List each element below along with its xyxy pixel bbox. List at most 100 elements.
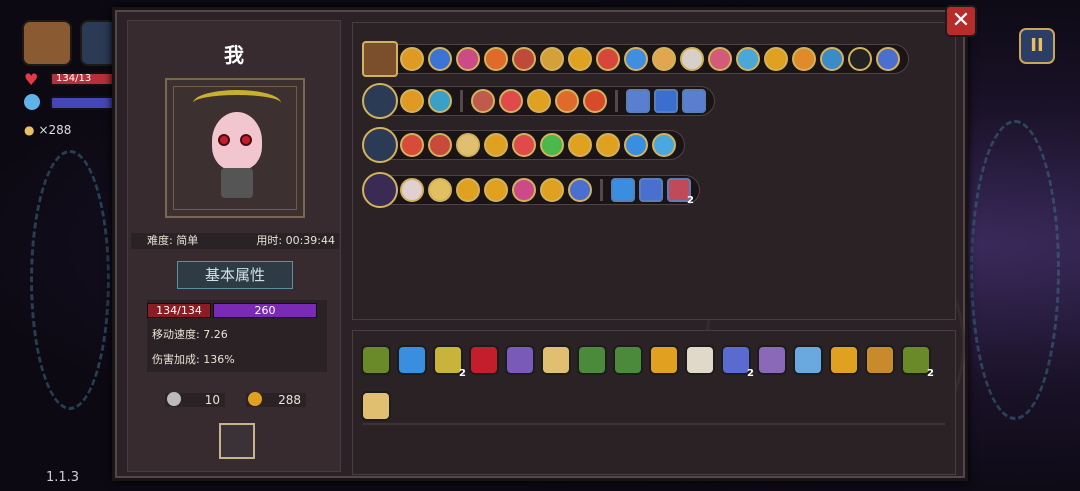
upgrade-icon[interactable] (652, 47, 676, 71)
helmet-icon[interactable] (613, 345, 643, 375)
upgrade-icon[interactable] (639, 178, 663, 202)
key-counter: 10 (165, 392, 225, 407)
upgrade-icon[interactable] (400, 178, 424, 202)
hud-hp-bar: 134/13 (50, 72, 120, 86)
player-name: 我 (224, 43, 244, 67)
upgrade-icon[interactable] (764, 47, 788, 71)
character-body (221, 168, 253, 198)
eye-red-icon[interactable] (469, 345, 499, 375)
upgrade-icon[interactable] (400, 133, 424, 157)
staff-blue-icon[interactable] (362, 127, 398, 163)
snake-icon[interactable]: 2 (901, 345, 934, 379)
upgrade-icon[interactable] (624, 133, 648, 157)
upgrade-icon[interactable] (471, 89, 495, 113)
upgrade-icon[interactable] (624, 47, 648, 71)
upgrade-icon[interactable] (596, 133, 620, 157)
upgrade-icon[interactable] (611, 178, 635, 202)
upgrade-icon[interactable] (876, 47, 900, 71)
item-count: 2 (927, 368, 934, 379)
teeth-icon[interactable] (685, 345, 715, 375)
loadout-row (362, 41, 909, 77)
upgrade-icon[interactable] (428, 133, 452, 157)
upgrade-icon[interactable] (456, 178, 480, 202)
chest-icon[interactable] (362, 41, 398, 77)
upgrade-icon[interactable] (596, 47, 620, 71)
upgrade-icon[interactable] (484, 178, 508, 202)
coin-count: 288 (278, 393, 301, 407)
upgrade-icon[interactable] (792, 47, 816, 71)
upgrade-icon[interactable] (708, 47, 732, 71)
vine-icon[interactable] (361, 345, 391, 375)
potion-icon[interactable] (757, 345, 787, 375)
upgrade-icon[interactable] (499, 89, 523, 113)
upgrade-icon[interactable] (568, 133, 592, 157)
pickaxe-icon[interactable] (865, 345, 895, 375)
hammer-icon[interactable] (362, 83, 398, 119)
wing-icon[interactable] (541, 345, 571, 375)
upgrade-icon[interactable] (400, 47, 424, 71)
upgrade-icon[interactable] (652, 133, 676, 157)
group-separator (600, 179, 603, 201)
key-count: 10 (204, 393, 220, 407)
upgrade-icon[interactable]: 2 (667, 178, 694, 206)
pause-button[interactable]: II (1019, 28, 1055, 64)
item-count: 2 (747, 368, 754, 379)
upgrade-icon[interactable] (456, 47, 480, 71)
cage-icon[interactable] (361, 391, 391, 421)
upgrade-icon[interactable] (540, 133, 564, 157)
inventory: 2 2 2 (352, 330, 956, 475)
ring-icon[interactable] (397, 345, 427, 375)
time-label: 用时: 00:39:44 (256, 234, 335, 247)
loadout-pill (362, 83, 715, 119)
upgrade-icon[interactable] (428, 89, 452, 113)
upgrade-icon[interactable] (820, 47, 844, 71)
upgrade-icon[interactable] (512, 47, 536, 71)
chest-icon[interactable] (22, 20, 72, 66)
coin-counter: 288 (246, 392, 306, 407)
staff-red-icon[interactable] (362, 172, 398, 208)
upgrade-icon[interactable] (540, 47, 564, 71)
upgrade-icon[interactable] (583, 89, 607, 113)
close-button[interactable]: ✕ (945, 5, 977, 37)
loadout-pill (362, 41, 909, 77)
upgrade-icon[interactable] (484, 133, 508, 157)
coin-icon (248, 392, 262, 406)
mana-orb-icon (24, 94, 40, 110)
hp-bar: 134/134 (147, 303, 211, 318)
upgrade-icon[interactable] (568, 47, 592, 71)
upgrade-icon[interactable] (654, 89, 678, 113)
key-icon[interactable] (829, 345, 859, 375)
upgrade-icon[interactable] (568, 178, 592, 202)
upgrade-icon[interactable] (680, 47, 704, 71)
lotus-icon[interactable] (793, 345, 823, 375)
divider (363, 423, 945, 425)
idol-icon[interactable]: 2 (721, 345, 754, 379)
group-separator (615, 90, 618, 112)
upgrade-icon[interactable] (626, 89, 650, 113)
upgrade-icon[interactable] (428, 47, 452, 71)
upgrade-icon[interactable] (848, 47, 872, 71)
upgrade-icon[interactable] (555, 89, 579, 113)
vine-decoration (30, 150, 110, 410)
upgrade-icon[interactable] (456, 133, 480, 157)
feather-icon[interactable]: 2 (433, 345, 466, 379)
upgrade-icon[interactable] (527, 89, 551, 113)
upgrade-icon[interactable] (484, 47, 508, 71)
upgrade-icon[interactable] (512, 133, 536, 157)
loadout-pill (362, 127, 685, 163)
stack-count: 2 (687, 195, 694, 206)
character-portrait (165, 78, 305, 218)
mp-bar: 260 (213, 303, 317, 318)
upgrade-icon[interactable] (736, 47, 760, 71)
upgrade-icon[interactable] (540, 178, 564, 202)
boot-icon[interactable] (577, 345, 607, 375)
upgrade-icon[interactable] (400, 89, 424, 113)
hud-coin-count: ×288 (38, 123, 72, 137)
upgrade-icon[interactable] (512, 178, 536, 202)
eye-icon (218, 134, 230, 146)
chalice-icon[interactable] (649, 345, 679, 375)
rune-icon[interactable] (505, 345, 535, 375)
upgrade-icon[interactable] (682, 89, 706, 113)
upgrade-icon[interactable] (428, 178, 452, 202)
empty-item-slot[interactable] (219, 423, 255, 459)
